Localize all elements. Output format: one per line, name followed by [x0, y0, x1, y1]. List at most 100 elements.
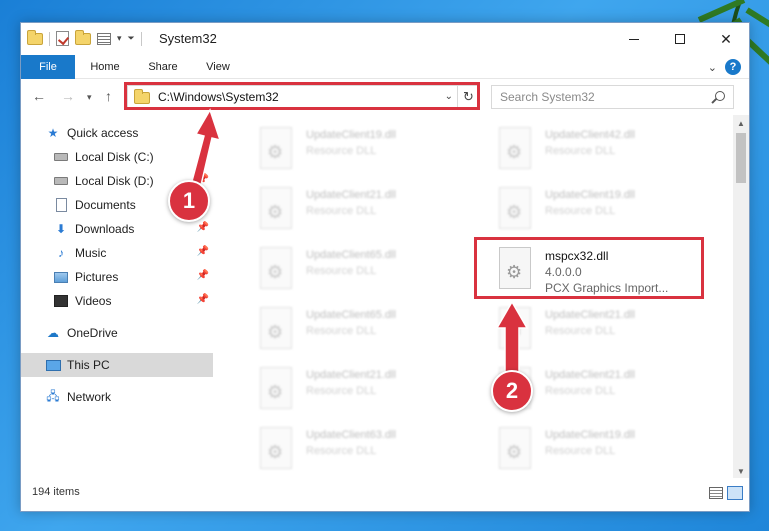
file-highlight-box — [474, 237, 704, 299]
sidebar-item-pictures[interactable]: Pictures 📌 — [21, 265, 213, 289]
dll-file-icon — [260, 127, 292, 169]
chevron-down-icon[interactable]: ▾ — [117, 33, 122, 44]
sidebar-item-music[interactable]: ♪ Music 📌 — [21, 241, 213, 265]
sidebar-item-label: OneDrive — [67, 326, 118, 340]
list-item[interactable]: UpdateClient19.dll Resource DLL — [473, 181, 703, 237]
tab-share[interactable]: Share — [137, 55, 189, 79]
file-description: Resource DLL — [545, 205, 616, 217]
sidebar-item-videos[interactable]: Videos 📌 — [21, 289, 213, 313]
dll-file-icon — [260, 307, 292, 349]
music-icon: ♪ — [58, 246, 64, 260]
cloud-icon: ☁ — [47, 326, 59, 340]
vertical-scrollbar[interactable]: ▲ ▼ — [733, 115, 749, 479]
list-item[interactable]: UpdateClient42.dll Resource DLL — [473, 121, 703, 177]
search-input[interactable]: Search System32 — [491, 85, 734, 109]
back-arrow-icon[interactable]: ← — [32, 88, 46, 104]
star-icon: ★ — [47, 126, 59, 140]
dll-file-icon — [499, 427, 531, 469]
file-name: UpdateClient21.dll — [306, 189, 396, 201]
file-description: Resource DLL — [545, 385, 616, 397]
divider — [49, 31, 50, 46]
dll-file-icon — [260, 427, 292, 469]
new-folder-icon[interactable] — [75, 29, 91, 45]
list-item[interactable]: UpdateClient21.dll Resource DLL — [234, 181, 464, 237]
file-description: Resource DLL — [306, 385, 377, 397]
expand-ribbon-icon[interactable]: ⌄ — [708, 61, 717, 74]
tab-view[interactable]: View — [193, 55, 243, 79]
close-button[interactable]: ✕ — [703, 23, 749, 55]
list-item[interactable]: UpdateClient19.dll Resource DLL — [234, 121, 464, 177]
scroll-thumb[interactable] — [736, 133, 746, 183]
search-icon[interactable] — [715, 91, 725, 101]
file-name: UpdateClient19.dll — [545, 189, 635, 201]
pin-icon[interactable]: 📌 — [197, 222, 209, 233]
pin-icon[interactable]: 📌 — [197, 270, 209, 281]
file-name: UpdateClient21.dll — [306, 369, 396, 381]
documents-icon — [53, 197, 69, 213]
file-description: Resource DLL — [306, 205, 377, 217]
tab-home[interactable]: Home — [79, 55, 131, 79]
file-name: UpdateClient21.dll — [545, 369, 635, 381]
tiles-view-icon[interactable] — [727, 486, 743, 500]
scroll-up-icon[interactable]: ▲ — [733, 115, 749, 131]
sidebar-item-local-disk-c[interactable]: Local Disk (C:) 📌 — [21, 145, 213, 169]
file-description: Resource DLL — [306, 445, 377, 457]
folder-icon[interactable] — [27, 29, 43, 45]
recent-locations-icon[interactable]: ▾ — [87, 92, 92, 103]
network-icon: 🖧 — [46, 388, 60, 403]
minimize-button[interactable] — [611, 23, 657, 55]
sidebar-item-label: Local Disk (D:) — [75, 174, 154, 188]
sidebar-item-network[interactable]: 🖧 Network — [21, 385, 213, 409]
dll-file-icon — [260, 187, 292, 229]
tab-file[interactable]: File — [21, 55, 75, 79]
forward-arrow-icon[interactable]: → — [61, 88, 75, 104]
window-title: System32 — [159, 31, 217, 46]
quick-access-dropdown-icon[interactable]: ⏷ — [128, 33, 135, 44]
file-description: Resource DLL — [545, 445, 616, 457]
file-name: UpdateClient63.dll — [306, 429, 396, 441]
list-item[interactable]: UpdateClient19.dll Resource DLL — [473, 421, 703, 477]
file-description: Resource DLL — [545, 145, 616, 157]
list-item[interactable]: UpdateClient21.dll Resource DLL — [473, 301, 703, 357]
search-placeholder: Search System32 — [500, 90, 595, 104]
pin-icon[interactable]: 📌 — [197, 294, 209, 305]
help-icon[interactable]: ? — [725, 59, 741, 75]
sidebar-item-label: Pictures — [75, 270, 119, 284]
file-name: UpdateClient42.dll — [545, 129, 635, 141]
properties-check-icon[interactable] — [56, 31, 69, 46]
sidebar-item-label: This PC — [67, 358, 110, 372]
sidebar-item-label: Music — [75, 246, 107, 260]
maximize-icon — [675, 34, 685, 44]
pictures-icon — [53, 269, 69, 285]
file-name: UpdateClient21.dll — [545, 309, 635, 321]
details-view-icon[interactable] — [709, 487, 723, 499]
sidebar-item-label: Local Disk (C:) — [75, 150, 154, 164]
list-item[interactable]: UpdateClient63.dll Resource DLL — [234, 421, 464, 477]
drive-icon — [53, 173, 69, 189]
customize-list-icon[interactable] — [97, 32, 111, 45]
sidebar-item-this-pc[interactable]: This PC — [21, 353, 213, 377]
list-item[interactable]: UpdateClient65.dll Resource DLL — [234, 301, 464, 357]
maximize-button[interactable] — [657, 23, 703, 55]
pin-icon[interactable]: 📌 — [197, 150, 209, 161]
list-item[interactable]: UpdateClient21.dll Resource DLL — [234, 361, 464, 417]
sidebar-item-label: Documents — [75, 198, 136, 212]
sidebar-item-label: Videos — [75, 294, 112, 308]
address-highlight-box — [124, 82, 480, 110]
scroll-down-icon[interactable]: ▼ — [733, 463, 749, 479]
file-name: UpdateClient19.dll — [545, 429, 635, 441]
file-name: UpdateClient19.dll — [306, 129, 396, 141]
minimize-icon — [629, 38, 639, 40]
ribbon-tabs: File Home Share View ⌄ ? — [21, 55, 749, 79]
sidebar-item-onedrive[interactable]: ☁ OneDrive — [21, 321, 213, 345]
pin-icon[interactable]: 📌 — [197, 246, 209, 257]
list-item[interactable]: UpdateClient65.dll Resource DLL — [234, 241, 464, 297]
up-arrow-icon[interactable]: ↑ — [105, 88, 112, 104]
dll-file-icon — [499, 127, 531, 169]
file-name: UpdateClient65.dll — [306, 309, 396, 321]
computer-icon — [45, 357, 61, 373]
file-description: Resource DLL — [306, 265, 377, 277]
title-bar: ▾ ⏷ System32 ✕ — [21, 23, 749, 55]
quick-access-toolbar: ▾ ⏷ — [27, 29, 142, 46]
sidebar-item-quick-access[interactable]: ★ Quick access — [21, 121, 213, 145]
